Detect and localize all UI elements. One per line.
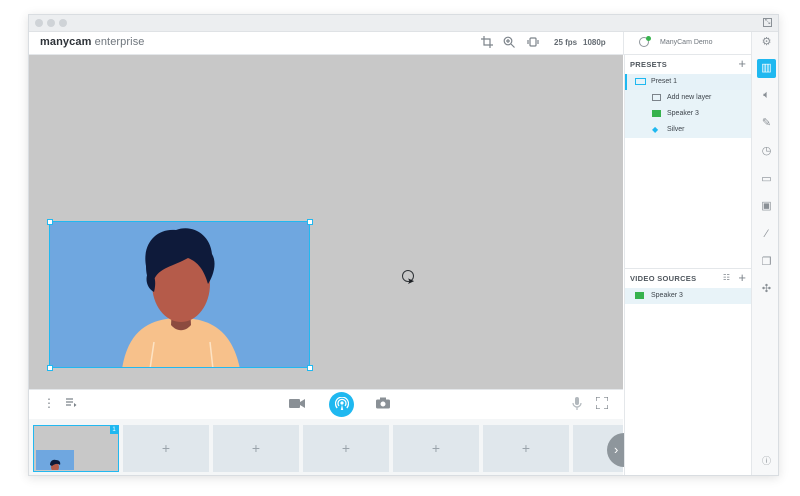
- video-sources-title: VIDEO SOURCES: [630, 274, 697, 283]
- layer-label: Silver: [667, 126, 685, 133]
- layer-item-speaker[interactable]: Speaker 3: [625, 106, 752, 122]
- add-preset-button[interactable]: +: [738, 56, 746, 71]
- list-view-icon[interactable]: ☷: [723, 273, 730, 282]
- online-status-badge: [646, 36, 651, 41]
- video-sources-header: VIDEO SOURCES ☷ +: [625, 268, 752, 287]
- user-name: ManyCam Demo: [660, 39, 713, 46]
- presets-tab-icon[interactable]: ▥: [757, 59, 776, 78]
- preview-canvas[interactable]: ➤: [29, 55, 623, 389]
- video-camera-icon[interactable]: [289, 398, 305, 412]
- info-icon[interactable]: ⓘ: [757, 452, 776, 471]
- broadcast-button[interactable]: [329, 392, 354, 417]
- lower-thirds-icon[interactable]: ▭: [757, 170, 776, 189]
- image-icon: [635, 292, 644, 299]
- magic-wand-icon[interactable]: ⁄: [757, 225, 776, 244]
- compact-mode-icon[interactable]: ⤡: [763, 18, 772, 27]
- app-logo: manycam enterprise: [40, 36, 145, 48]
- resize-handle-bl[interactable]: [47, 365, 53, 371]
- zoom-in-icon[interactable]: [503, 36, 515, 51]
- minimize-window-button[interactable]: [47, 19, 55, 27]
- add-new-layer-item[interactable]: Add new layer: [625, 90, 752, 106]
- microphone-icon[interactable]: [572, 397, 582, 413]
- snapshot-camera-icon[interactable]: [376, 397, 390, 412]
- video-layer-speaker[interactable]: [49, 221, 310, 368]
- maximize-window-button[interactable]: [59, 19, 67, 27]
- text-drawing-icon[interactable]: ✎: [757, 114, 776, 133]
- scene-strip: 1 + + + + + ›: [29, 419, 641, 475]
- close-window-button[interactable]: [35, 19, 43, 27]
- add-scene-slot[interactable]: +: [393, 425, 479, 472]
- add-scene-slot[interactable]: +: [303, 425, 389, 472]
- broadcast-icon: [334, 396, 349, 410]
- controls-bar: ⋮: [29, 389, 623, 420]
- right-panel: PRESETS + Preset 1 Add new layer Speaker…: [624, 55, 752, 475]
- layer-item-silver[interactable]: ◆ Silver: [625, 122, 752, 138]
- scene-thumbnail-active[interactable]: 1: [33, 425, 119, 472]
- effects-icon[interactable]: [527, 36, 539, 51]
- playlist-icon[interactable]: [65, 396, 77, 411]
- speaker-avatar-illustration: [122, 228, 240, 367]
- right-icon-sidebar: ⚙ ▥ 🔈︎ ✎ ◷ ▭ ▣ ⁄ ❐ ✣ ⓘ: [751, 32, 778, 475]
- more-options-icon[interactable]: ⋮: [43, 396, 55, 410]
- clock-icon[interactable]: ◷: [757, 142, 776, 161]
- widgets-icon[interactable]: ✣: [757, 280, 776, 299]
- presets-header: PRESETS +: [625, 55, 752, 73]
- image-icon: [652, 110, 661, 117]
- cursor-arrow-icon: ➤: [407, 276, 415, 286]
- add-layer-label: Add new layer: [667, 94, 712, 101]
- add-scene-slot[interactable]: +: [123, 425, 209, 472]
- add-video-source-button[interactable]: +: [738, 270, 746, 285]
- app-window: ⤡ manycam enterprise 25 fps 1080p ManyCa…: [28, 14, 779, 476]
- preset-layout-icon: [635, 78, 646, 85]
- fps-indicator[interactable]: 25 fps: [554, 38, 577, 47]
- title-bar: ⤡: [29, 15, 778, 32]
- preset-item[interactable]: Preset 1: [625, 74, 752, 90]
- video-source-item[interactable]: Speaker 3: [625, 288, 752, 304]
- gallery-icon[interactable]: ❐: [757, 253, 776, 272]
- add-scene-slot[interactable]: +: [213, 425, 299, 472]
- presets-title: PRESETS: [630, 60, 668, 69]
- audio-icon[interactable]: 🔈︎: [757, 86, 776, 105]
- resize-handle-tl[interactable]: [47, 219, 53, 225]
- user-account[interactable]: ManyCam Demo: [623, 32, 752, 54]
- layer-label: Speaker 3: [667, 110, 699, 117]
- crop-icon[interactable]: [481, 36, 493, 51]
- gear-icon[interactable]: ⚙: [757, 33, 776, 52]
- picture-in-picture-icon[interactable]: ▣: [757, 197, 776, 216]
- resolution-indicator[interactable]: 1080p: [583, 38, 606, 47]
- preset-label: Preset 1: [651, 78, 678, 85]
- top-toolbar: manycam enterprise 25 fps 1080p ManyCam …: [29, 32, 751, 55]
- resize-handle-br[interactable]: [307, 365, 313, 371]
- paint-bucket-icon: ◆: [652, 125, 659, 134]
- resize-handle-tr[interactable]: [307, 219, 313, 225]
- add-layer-icon: [652, 94, 661, 101]
- scene-number-badge: 1: [110, 426, 118, 434]
- scene-thumbnail-preview: [36, 450, 74, 470]
- fullscreen-icon[interactable]: [595, 396, 609, 412]
- add-scene-slot[interactable]: +: [483, 425, 569, 472]
- video-source-label: Speaker 3: [651, 292, 683, 299]
